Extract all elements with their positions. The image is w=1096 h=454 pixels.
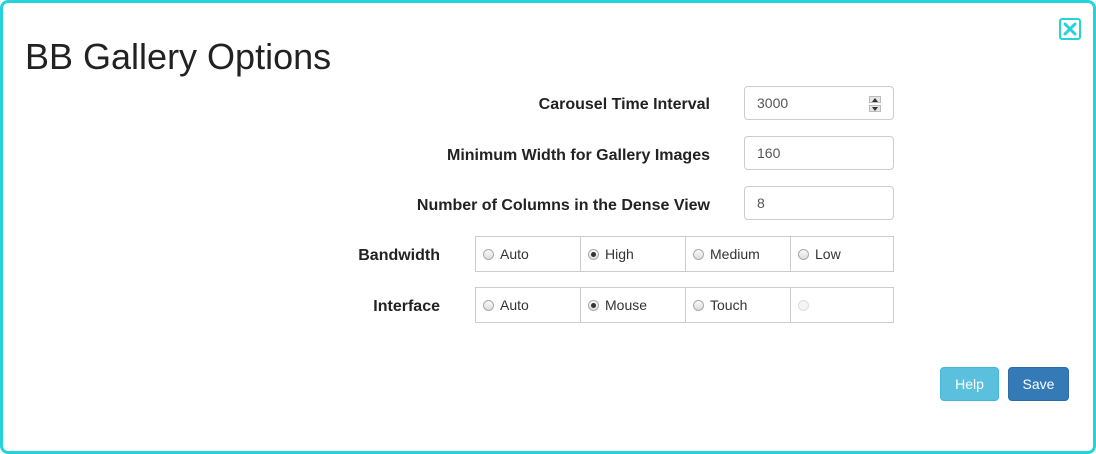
- bandwidth-label: Bandwidth: [358, 247, 440, 264]
- interface-option-empty: [790, 287, 894, 323]
- interface-label: Interface: [373, 298, 440, 315]
- bandwidth-option-label: Low: [815, 246, 841, 262]
- carousel-interval-value: 3000: [757, 95, 789, 111]
- radio-button[interactable]: [483, 248, 494, 260]
- dense-columns-input[interactable]: 8: [744, 186, 894, 220]
- min-width-label: Minimum Width for Gallery Images: [446, 147, 710, 164]
- bandwidth-option-high[interactable]: High: [580, 236, 686, 272]
- radio-button-checked[interactable]: [588, 299, 599, 311]
- spinner-up-icon[interactable]: [869, 96, 881, 103]
- spinner-down-icon[interactable]: [869, 105, 881, 112]
- radio-button[interactable]: [693, 299, 704, 311]
- radio-button[interactable]: [693, 248, 704, 260]
- interface-option-label: Mouse: [605, 297, 648, 313]
- radio-button[interactable]: [798, 248, 809, 260]
- dense-columns-value: 8: [757, 195, 765, 211]
- carousel-interval-label: Carousel Time Interval: [538, 96, 710, 113]
- bandwidth-option-auto[interactable]: Auto: [475, 236, 581, 272]
- interface-option-label: Auto: [500, 297, 529, 313]
- interface-option-touch[interactable]: Touch: [685, 287, 791, 323]
- carousel-interval-input[interactable]: 3000: [744, 86, 894, 120]
- radio-button-checked[interactable]: [588, 248, 599, 260]
- options-dialog: BB Gallery Options Carousel Time Interva…: [0, 0, 1096, 454]
- dense-columns-label: Number of Columns in the Dense View: [416, 197, 710, 214]
- number-spinner[interactable]: [869, 96, 881, 112]
- interface-option-label: Touch: [710, 297, 748, 313]
- bandwidth-option-label: High: [605, 246, 634, 262]
- min-width-input[interactable]: 160: [744, 136, 894, 170]
- radio-button[interactable]: [483, 299, 494, 311]
- dialog-title: BB Gallery Options: [25, 36, 332, 77]
- interface-option-auto[interactable]: Auto: [475, 287, 581, 323]
- close-x-icon: [1063, 22, 1077, 36]
- bandwidth-option-low[interactable]: Low: [790, 236, 894, 272]
- save-button[interactable]: Save: [1008, 367, 1069, 401]
- help-button[interactable]: Help: [940, 367, 999, 401]
- min-width-value: 160: [757, 145, 781, 161]
- close-button[interactable]: [1059, 18, 1081, 40]
- radio-button-disabled: [798, 299, 809, 311]
- bandwidth-option-medium[interactable]: Medium: [685, 236, 791, 272]
- interface-option-mouse[interactable]: Mouse: [580, 287, 686, 323]
- bandwidth-option-label: Auto: [500, 246, 529, 262]
- bandwidth-option-label: Medium: [710, 246, 760, 262]
